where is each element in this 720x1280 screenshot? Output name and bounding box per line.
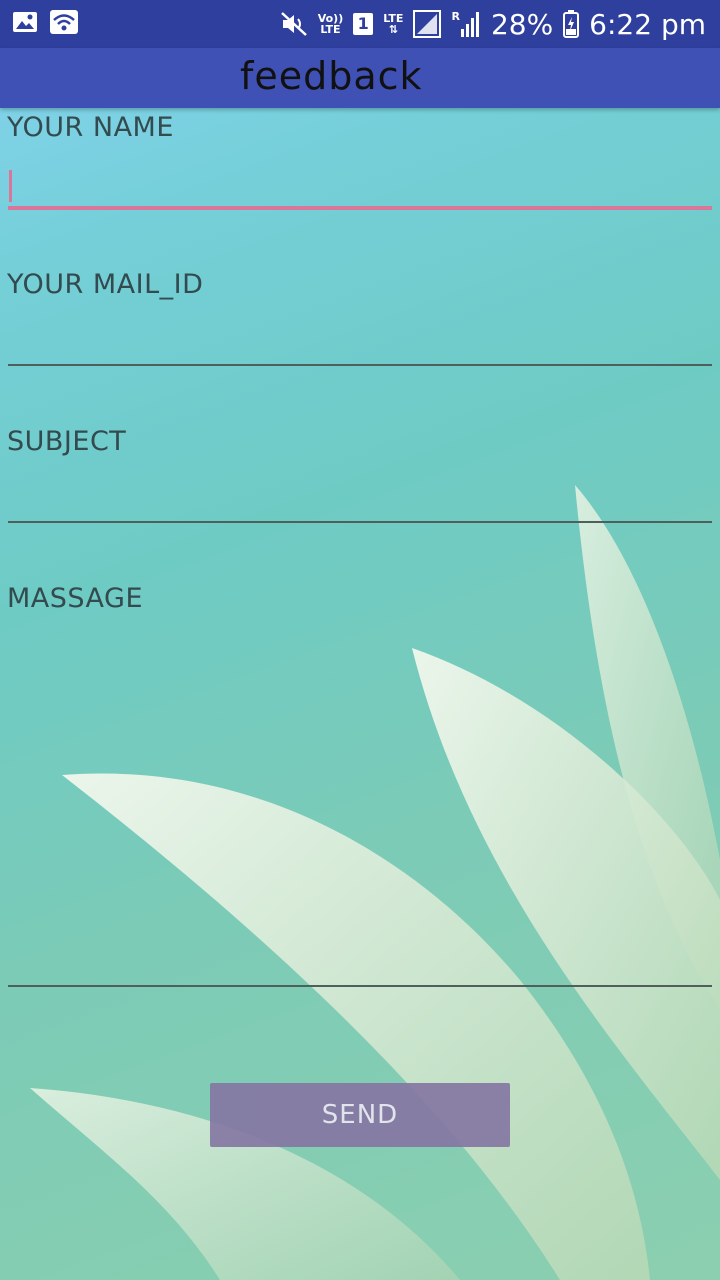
mail-input[interactable] (8, 322, 712, 360)
roaming-label: R (451, 10, 460, 23)
clock: 6:22 pm (589, 7, 706, 41)
signal-icon (413, 10, 442, 38)
send-button[interactable]: SEND (210, 1083, 510, 1147)
status-bar: Vo)) LTE 1 LTE ⇅ R 28% 6:22 pm (0, 0, 720, 48)
mail-label: YOUR MAIL_ID (7, 269, 204, 300)
volte-icon: Vo)) LTE (318, 13, 344, 35)
message-input[interactable] (8, 636, 712, 980)
image-icon (13, 12, 37, 32)
mute-icon (280, 12, 307, 36)
mail-underline (8, 364, 712, 366)
battery-percent: 28% (490, 7, 554, 41)
name-input[interactable] (8, 168, 712, 204)
message-label: MASSAGE (7, 583, 144, 614)
message-underline (8, 985, 712, 987)
name-underline (8, 206, 712, 210)
page-title: feedback (240, 54, 423, 98)
signal-roaming-icon: R (451, 11, 480, 37)
volte-label-bottom: LTE (320, 23, 341, 36)
subject-underline (8, 521, 712, 523)
app-bar: feedback (0, 48, 720, 108)
battery-icon (563, 10, 580, 38)
wifi-icon (50, 10, 78, 34)
text-cursor (9, 170, 12, 202)
feedback-screen: Vo)) LTE 1 LTE ⇅ R 28% 6:22 pm feedback … (0, 0, 720, 1280)
subject-label: SUBJECT (7, 426, 127, 457)
lte-icon: LTE ⇅ (383, 12, 404, 36)
sim-icon: 1 (353, 13, 374, 35)
name-label: YOUR NAME (7, 112, 174, 143)
signal-bars-icon (460, 12, 479, 37)
subject-input[interactable] (8, 479, 712, 517)
